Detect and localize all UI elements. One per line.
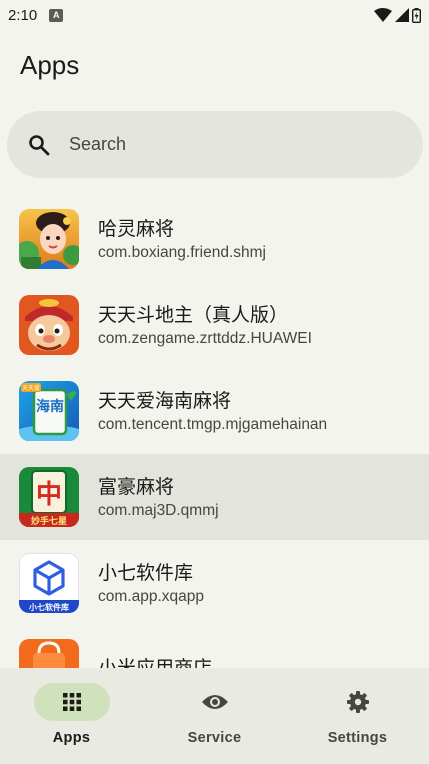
list-item-app[interactable]: 海南 天天爱 天天爱海南麻将 com.tencent.tmgp.mjgameha… [0,368,429,454]
search-input[interactable] [69,134,369,155]
fuhao-mahjong-app-icon: 中 妙手七星 [19,467,79,527]
app-name: 小七软件库 [98,561,194,584]
page-title: Apps [20,50,80,80]
status-icons [374,7,421,23]
nav-label: Settings [327,730,388,746]
app-package: com.tencent.tmgp.mjgamehainan [98,415,328,433]
status-time: 2:10 [8,6,38,24]
xiaoqi-cube-app-icon: 小七软件库 [19,553,79,613]
list-item-app[interactable]: 天天斗地主（真人版） com.zengame.zrttddz.HUAWEI [0,282,429,368]
hainan-mahjong-app-icon: 海南 天天爱 [19,381,79,441]
nav-tab-apps[interactable]: Apps [0,668,143,764]
xiaoqi-banner-text: 小七软件库 [28,602,69,612]
nav-label: Service [187,730,242,746]
app-package: com.boxiang.friend.shmj [98,243,266,261]
xiaomi-store-app-icon [19,639,79,668]
app-list[interactable]: 哈灵麻将 com.boxiang.friend.shmj 天天斗地主（真人版） … [0,196,429,668]
list-item-app[interactable]: 小七软件库 小七软件库 com.app.xqapp [0,540,429,626]
fuhao-banner-text: 妙手七星 [31,515,67,527]
cellular-signal-icon [395,8,409,22]
notification-badge-icon: A [49,8,64,22]
nav-icon-container [320,683,396,721]
bottom-navigation: Apps Service Settings [0,668,429,764]
nav-label: Apps [52,730,91,746]
list-item-app[interactable]: 小米应用商店 [0,626,429,668]
mahjong-girl-app-icon [19,209,79,269]
nav-active-indicator [33,683,110,721]
hainan-tile-text: 海南 [36,398,64,415]
list-item-app[interactable]: 哈灵麻将 com.boxiang.friend.shmj [0,196,429,282]
app-name: 天天斗地主（真人版） [98,303,289,326]
app-name: 哈灵麻将 [98,217,175,240]
hainan-tag-text: 天天爱 [22,384,40,392]
app-name: 富豪麻将 [98,475,175,498]
nav-tab-service[interactable]: Service [143,668,286,764]
nav-icon-container [177,683,253,721]
app-package: com.maj3D.qmmj [98,501,219,519]
list-item-app-selected[interactable]: 中 妙手七星 富豪麻将 com.maj3D.qmmj [0,454,429,540]
search-icon [29,134,50,155]
eye-icon [201,695,228,709]
app-package: com.zengame.zrttddz.HUAWEI [98,329,312,347]
app-name: 天天爱海南麻将 [98,389,232,412]
app-package: com.app.xqapp [98,587,204,605]
wifi-icon [374,8,392,22]
landlord-character-app-icon [19,295,79,355]
gear-icon [346,691,369,713]
status-bar: 2:10 A [0,0,429,30]
fuhao-tile-char: 中 [36,480,62,510]
app-name: 小米应用商店 [98,656,213,669]
search-bar[interactable] [7,111,423,178]
nav-tab-settings[interactable]: Settings [286,668,429,764]
grid-icon [62,693,81,711]
battery-icon [412,7,421,23]
